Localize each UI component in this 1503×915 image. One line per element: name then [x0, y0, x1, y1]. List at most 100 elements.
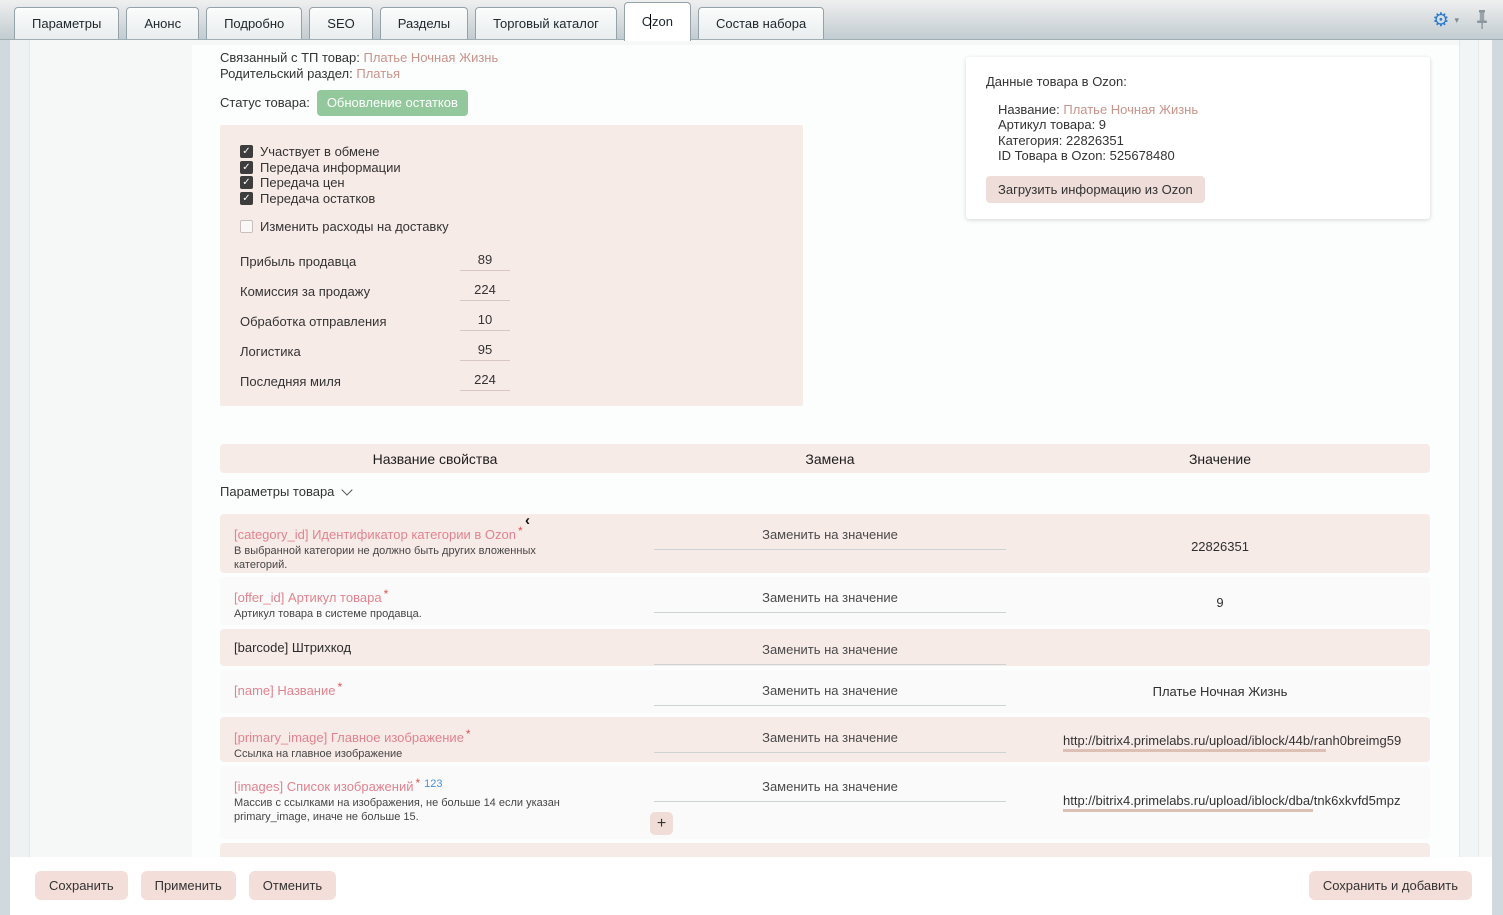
property-code: [barcode] — [234, 640, 288, 655]
tab-label: Подробно — [224, 16, 284, 31]
tab-bar: Параметры Анонс Подробно SEO Разделы Тор… — [0, 0, 1503, 40]
logistics-input[interactable] — [460, 342, 510, 361]
checkbox-checked[interactable]: ✓ — [240, 145, 253, 158]
linked-product-line: Связанный с ТП товар: Платье Ночная Жизн… — [220, 50, 498, 66]
checkbox-label: Изменить расходы на доставку — [260, 219, 449, 234]
tab-parametry[interactable]: Параметры — [14, 7, 119, 39]
property-title: [name] Название* — [234, 679, 630, 699]
checkbox-row: Изменить расходы на доставку — [240, 218, 803, 234]
property-value-cell: http://bitrix4.primelabs.ru/upload/ibloc… — [1010, 766, 1430, 839]
ozon-name-label: Название: — [998, 102, 1060, 117]
tab-label: Анонс — [144, 16, 181, 31]
property-value: 9 — [1010, 577, 1430, 628]
checkbox-label: Передача остатков — [260, 191, 375, 206]
apply-button[interactable]: Применить — [141, 871, 236, 900]
ozon-name-line: Название: Платье Ночная Жизнь — [998, 102, 1410, 117]
save-and-add-button[interactable]: Сохранить и добавить — [1309, 871, 1472, 900]
tab-podrobno[interactable]: Подробно — [206, 7, 302, 39]
parent-section-label: Родительский раздел: — [220, 66, 353, 81]
last-mile-input[interactable] — [460, 372, 510, 391]
table-row-category-id: [category_id] Идентификатор категории в … — [220, 514, 1430, 573]
tab-label: SEO — [327, 16, 354, 31]
sale-commission-input[interactable] — [460, 282, 510, 301]
status-label: Статус товара: — [220, 95, 310, 111]
replace-cell: Заменить на значение — [650, 717, 1010, 768]
replace-cell: Заменить на значение + — [650, 766, 1010, 839]
replace-select[interactable]: Заменить на значение — [654, 730, 1006, 753]
replace-select[interactable]: Заменить на значение — [654, 590, 1006, 613]
column-header-name: Название свойства — [220, 451, 650, 467]
tab-torgovy-katalog[interactable]: Торговый каталог — [475, 7, 617, 39]
checkbox-unchecked[interactable] — [240, 220, 253, 233]
image-url-input[interactable]: http://bitrix4.primelabs.ru/upload/ibloc… — [1063, 733, 1401, 748]
required-mark: * — [384, 587, 389, 601]
footer-bar: Сохранить Применить Отменить Сохранить и… — [10, 857, 1492, 915]
tab-anons[interactable]: Анонс — [126, 7, 199, 39]
tab-seo[interactable]: SEO — [309, 7, 372, 39]
checkbox-checked[interactable]: ✓ — [240, 192, 253, 205]
property-description: В выбранной категории не должно быть дру… — [234, 545, 564, 572]
property-rows: [category_id] Идентификатор категории в … — [220, 514, 1430, 857]
property-value-cell: http://bitrix4.primelabs.ru/upload/ibloc… — [1010, 717, 1430, 768]
tab-sostav-nabora[interactable]: Состав набора — [698, 7, 824, 39]
image-url-input[interactable]: http://bitrix4.primelabs.ru/upload/ibloc… — [1063, 793, 1400, 808]
property-value: Платье Ночная Жизнь — [1010, 670, 1430, 713]
footer-right-buttons: Сохранить и добавить — [1309, 871, 1472, 900]
page: Параметры Анонс Подробно SEO Разделы Тор… — [0, 0, 1503, 915]
property-code: [primary_image] — [234, 730, 327, 745]
linked-product-link[interactable]: Платье Ночная Жизнь — [363, 50, 498, 65]
checkbox-label: Передача цен — [260, 175, 345, 190]
property-value — [1010, 629, 1430, 666]
shipment-processing-input[interactable] — [460, 312, 510, 331]
property-title: [images] Список изображений*123 — [234, 775, 630, 795]
property-name-cell: [offer_id] Артикул товара* Артикул товар… — [220, 577, 650, 628]
property-description: Массив с ссылками на изображения, не бол… — [234, 797, 564, 824]
add-image-button[interactable]: + — [650, 812, 673, 835]
group-toggle-product-params[interactable]: Параметры товара — [220, 484, 351, 499]
field-label: Прибыль продавца — [240, 254, 460, 269]
checkbox-label: Участвует в обмене — [260, 144, 380, 159]
save-button[interactable]: Сохранить — [35, 871, 128, 900]
right-scroll-strip[interactable] — [1459, 40, 1479, 857]
replace-select[interactable]: Заменить на значение — [654, 642, 1006, 665]
ozon-name-link[interactable]: Платье Ночная Жизнь — [1063, 102, 1198, 117]
images-count-link[interactable]: 123 — [424, 778, 442, 790]
pin-icon[interactable] — [1475, 10, 1489, 30]
replace-select[interactable]: Заменить на значение — [654, 779, 1006, 802]
table-row-barcode: [barcode] Штрихкод Заменить на значение — [220, 629, 1430, 666]
exchange-settings-box: ✓ Участвует в обмене ✓ Передача информац… — [220, 125, 803, 406]
tab-ozon[interactable]: Ozon — [624, 2, 691, 41]
property-name-cell: [category_id] Идентификатор категории в … — [220, 514, 650, 578]
cancel-button[interactable]: Отменить — [249, 871, 336, 900]
tab-label: Ozon — [642, 14, 673, 29]
property-name-cell: [primary_image] Главное изображение* Ссы… — [220, 717, 650, 768]
checkbox-checked[interactable]: ✓ — [240, 176, 253, 189]
mouse-cursor: ‹ — [525, 512, 530, 529]
tab-razdely[interactable]: Разделы — [380, 7, 468, 39]
field-label: Последняя миля — [240, 374, 460, 389]
property-title: [offer_id] Артикул товара* — [234, 586, 630, 606]
group-toggle-label: Параметры товара — [220, 484, 334, 499]
gear-icon[interactable]: ⚙ — [1432, 11, 1449, 30]
ozon-card-lines: Название: Платье Ночная Жизнь Артикул то… — [998, 102, 1410, 163]
property-label: Список изображений — [287, 779, 414, 794]
cost-fields: Прибыль продавца Комиссия за продажу Обр… — [240, 247, 803, 397]
checkbox-checked[interactable]: ✓ — [240, 161, 253, 174]
chevron-down-icon[interactable]: ▾ — [1454, 15, 1459, 26]
ozon-category-line: Категория: 22826351 — [998, 133, 1410, 148]
ozon-card-title: Данные товара в Ozon: — [986, 74, 1410, 89]
parent-section-link[interactable]: Платья — [356, 66, 400, 81]
load-from-ozon-button[interactable]: Загрузить информацию из Ozon — [986, 176, 1205, 203]
replace-select[interactable]: Заменить на значение — [654, 527, 1006, 550]
checkbox-row: ✓ Передача остатков — [240, 191, 803, 207]
checkbox-label: Передача информации — [260, 160, 401, 175]
footer-left-buttons: Сохранить Применить Отменить — [35, 871, 336, 900]
property-description: Артикул товара в системе продавца. — [234, 608, 564, 622]
table-row-images: [images] Список изображений*123 Массив с… — [220, 766, 1430, 839]
seller-profit-input[interactable] — [460, 252, 510, 271]
property-code: [name] — [234, 683, 274, 698]
checkbox-row: ✓ Передача информации — [240, 160, 803, 176]
property-description: Ссылка на главное изображение — [234, 748, 564, 762]
replace-select[interactable]: Заменить на значение — [654, 683, 1006, 706]
property-name-cell: [barcode] Штрихкод — [220, 629, 650, 666]
